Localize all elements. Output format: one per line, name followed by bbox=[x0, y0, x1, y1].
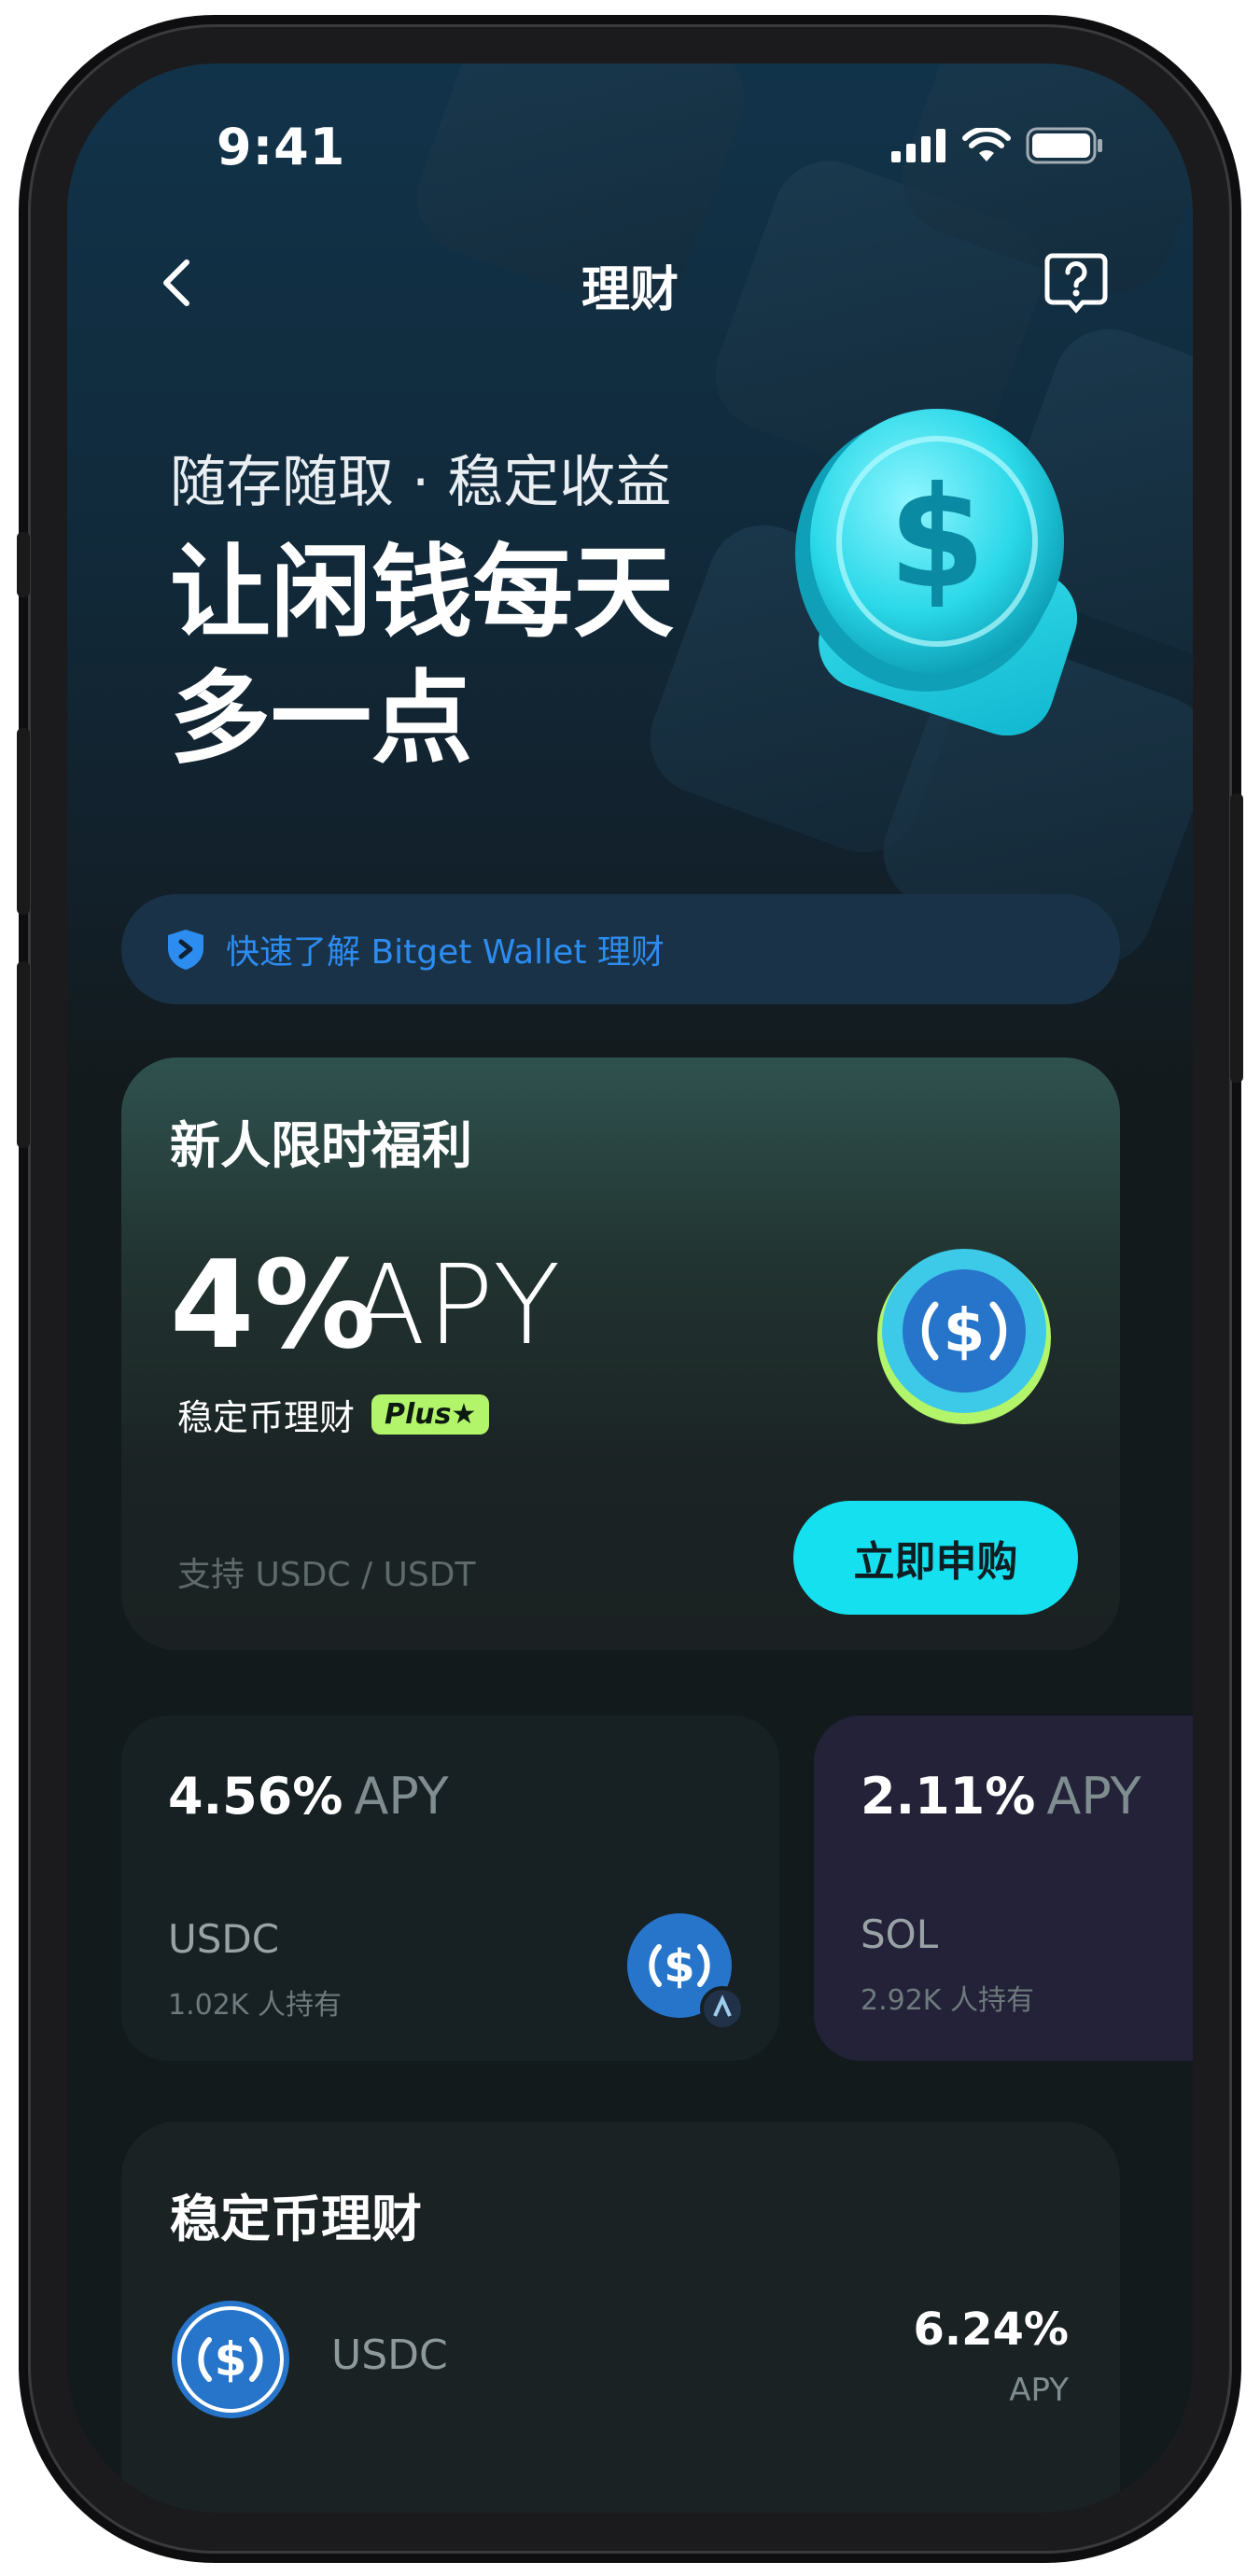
mini-card-rate-value: 2.11% bbox=[861, 1767, 1036, 1826]
battery-icon bbox=[1026, 127, 1102, 164]
subscribe-now-button[interactable]: 立即申购 bbox=[793, 1501, 1078, 1615]
mini-card-token: USDC bbox=[168, 1916, 280, 1962]
svg-text:$: $ bbox=[215, 2332, 247, 2387]
svg-text:$: $ bbox=[889, 457, 986, 620]
usdc-product-card[interactable]: 4.56% APY USDC 1.02K 人持有 $ bbox=[121, 1715, 779, 2061]
cellular-signal-icon bbox=[891, 129, 945, 162]
list-item-apy-label: APY bbox=[1009, 2372, 1069, 2409]
plus-badge-text: Plus bbox=[385, 1398, 452, 1431]
svg-text:$: $ bbox=[944, 1297, 986, 1366]
promo-product-text: 稳定币理财 bbox=[177, 1397, 356, 1438]
mini-card-holders: 1.02K 人持有 bbox=[168, 1989, 343, 2022]
svg-text:$: $ bbox=[664, 1940, 694, 1993]
page-title: 理财 bbox=[581, 262, 679, 318]
question-bubble-icon[interactable] bbox=[1043, 250, 1109, 315]
new-user-promo-card[interactable]: 新人限时福利 4% APY 稳定币理财 Plus★ $ 支持 USDC / US… bbox=[121, 1057, 1120, 1650]
learn-more-text: 快速了解 Bitget Wallet 理财 bbox=[226, 933, 665, 972]
section-title: 稳定币理财 bbox=[170, 2190, 422, 2248]
mini-card-apy-label: APY bbox=[354, 1767, 449, 1826]
mini-card-rate-value: 4.56% bbox=[168, 1767, 343, 1826]
list-item-rate: 6.24% bbox=[913, 2303, 1069, 2356]
mini-card-apy-label: APY bbox=[1046, 1767, 1141, 1826]
usdc-coin-icon: $ bbox=[172, 2301, 289, 2418]
hero-title: 让闲钱每天 多一点 bbox=[170, 530, 823, 782]
mini-card-rate: 4.56% APY bbox=[168, 1767, 449, 1826]
status-time: 9:41 bbox=[217, 118, 346, 176]
mini-card-holders: 2.92K 人持有 bbox=[861, 1984, 1035, 2017]
app-screen: 9:41 理财 随存随取 · 稳定收益 让闲钱每天 多一点 $ 快速了解 Bit… bbox=[67, 63, 1193, 2513]
stablecoin-section: 稳定币理财 $ USDC 6.24% APY bbox=[121, 2121, 1120, 2513]
promo-support-text: 支持 USDC / USDT bbox=[177, 1556, 476, 1594]
promo-title: 新人限时福利 bbox=[170, 1116, 472, 1175]
sol-product-card[interactable]: 2.11% APY SOL 2.92K 人持有 bbox=[814, 1715, 1193, 2061]
mini-card-rate: 2.11% APY bbox=[861, 1767, 1141, 1826]
dollar-coin-illustration: $ bbox=[795, 409, 1078, 735]
learn-more-banner[interactable]: 快速了解 Bitget Wallet 理财 bbox=[121, 894, 1120, 1004]
mini-card-token: SOL bbox=[861, 1911, 939, 1957]
usdc-arbitrum-coin-icon: $ bbox=[627, 1913, 745, 2031]
side-button-volume-up bbox=[17, 728, 30, 915]
promo-apy-label: APY bbox=[350, 1240, 563, 1369]
usdc-coin-icon: $ bbox=[877, 1249, 1051, 1424]
status-icons bbox=[891, 127, 1104, 164]
promo-product-label: 稳定币理财 Plus★ bbox=[177, 1389, 490, 1440]
wifi-icon bbox=[962, 128, 1011, 161]
hero-title-line1: 让闲钱每天 bbox=[170, 535, 675, 651]
hero-title-line2: 多一点 bbox=[170, 661, 473, 777]
side-button-power bbox=[1230, 793, 1243, 1083]
shield-icon bbox=[168, 930, 203, 970]
side-button-mute bbox=[17, 532, 30, 597]
hero-subtitle: 随存随取 · 稳定收益 bbox=[170, 450, 672, 515]
list-item-token: USDC bbox=[331, 2331, 448, 2379]
promo-rate: 4% bbox=[170, 1234, 376, 1376]
side-button-volume-down bbox=[17, 961, 30, 1148]
plus-badge: Plus★ bbox=[371, 1394, 490, 1435]
